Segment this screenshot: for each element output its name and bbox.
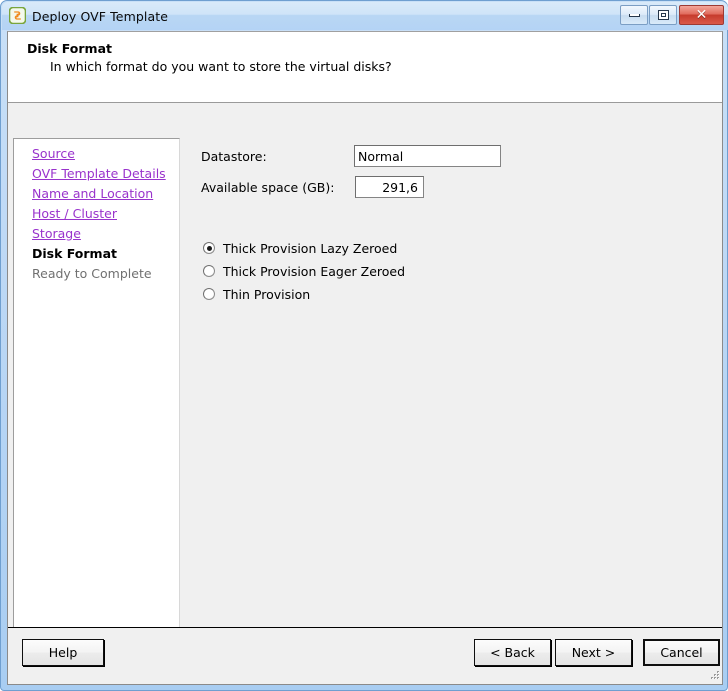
close-icon: ✕ bbox=[695, 7, 708, 23]
radio-unselected-icon bbox=[203, 288, 215, 300]
radio-thick-provision-eager-zeroed[interactable]: Thick Provision Eager Zeroed bbox=[203, 263, 405, 279]
sidebar-item-disk-format: Disk Format bbox=[32, 246, 117, 261]
disk-format-radio-group: Thick Provision Lazy Zeroed Thick Provis… bbox=[203, 240, 405, 309]
radio-unselected-icon bbox=[203, 265, 215, 277]
sidebar-item-name-and-location[interactable]: Name and Location bbox=[32, 186, 179, 202]
deploy-ovf-template-window: Deploy OVF Template ✕ Disk Format In whi… bbox=[0, 0, 728, 691]
wizard-body: Source OVF Template Details Name and Loc… bbox=[8, 104, 722, 657]
caption-button-group: ✕ bbox=[619, 5, 724, 25]
back-button[interactable]: < Back bbox=[474, 639, 551, 666]
vsphere-ovf-icon bbox=[8, 6, 27, 24]
page-subtitle: In which format do you want to store the… bbox=[50, 59, 392, 74]
datastore-row: Datastore: Normal bbox=[201, 145, 501, 167]
radio-selected-icon bbox=[203, 242, 215, 254]
available-space-input[interactable]: 291,6 bbox=[355, 176, 424, 198]
radio-label-eager-zeroed: Thick Provision Eager Zeroed bbox=[223, 263, 406, 279]
minimize-icon bbox=[628, 13, 640, 17]
available-space-label: Available space (GB): bbox=[201, 179, 335, 195]
sidebar-item-storage[interactable]: Storage bbox=[32, 226, 179, 242]
page-title: Disk Format bbox=[27, 41, 112, 56]
next-button[interactable]: Next > bbox=[555, 639, 632, 666]
cancel-button[interactable]: Cancel bbox=[643, 639, 720, 666]
radio-thin-provision[interactable]: Thin Provision bbox=[203, 286, 405, 302]
radio-thick-provision-lazy-zeroed[interactable]: Thick Provision Lazy Zeroed bbox=[203, 240, 405, 256]
close-button[interactable]: ✕ bbox=[679, 5, 724, 25]
window-title: Deploy OVF Template bbox=[32, 8, 169, 24]
sidebar-item-ready-to-complete: Ready to Complete bbox=[32, 266, 152, 281]
maximize-icon bbox=[657, 10, 669, 20]
dialog-footer: Help < Back Next > Cancel bbox=[8, 627, 722, 684]
available-space-row: Available space (GB): 291,6 bbox=[201, 176, 424, 198]
resize-grip-icon[interactable] bbox=[707, 669, 720, 682]
datastore-input[interactable]: Normal bbox=[354, 145, 501, 167]
dialog-client-area: Disk Format In which format do you want … bbox=[7, 31, 723, 685]
datastore-label: Datastore: bbox=[201, 148, 267, 164]
window-titlebar[interactable]: Deploy OVF Template ✕ bbox=[2, 2, 728, 30]
radio-label-thin-provision: Thin Provision bbox=[223, 286, 311, 302]
wizard-header: Disk Format In which format do you want … bbox=[8, 32, 722, 103]
sidebar-item-host-cluster[interactable]: Host / Cluster bbox=[32, 206, 179, 222]
sidebar-item-source[interactable]: Source bbox=[32, 146, 179, 162]
radio-label-lazy-zeroed: Thick Provision Lazy Zeroed bbox=[223, 240, 398, 256]
help-button[interactable]: Help bbox=[22, 639, 104, 666]
sidebar-item-ovf-template-details[interactable]: OVF Template Details bbox=[32, 166, 179, 182]
wizard-steps-sidebar: Source OVF Template Details Name and Loc… bbox=[13, 138, 180, 657]
maximize-button[interactable] bbox=[649, 5, 677, 25]
disk-format-content: Datastore: Normal Available space (GB): … bbox=[186, 138, 720, 657]
minimize-button[interactable] bbox=[620, 5, 648, 25]
